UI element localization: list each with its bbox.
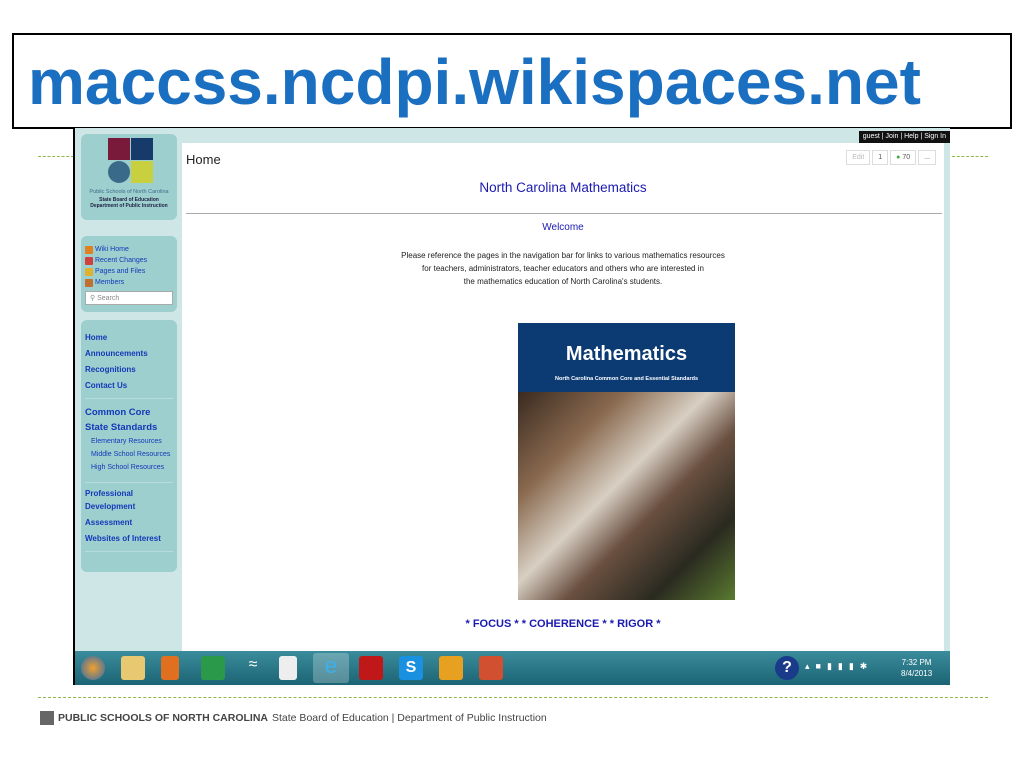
user-bar[interactable]: guest | Join | Help | Sign In	[858, 131, 950, 143]
wiki-tools: Wiki Home Recent Changes Pages and Files…	[81, 236, 177, 312]
more-button[interactable]: ...	[918, 150, 936, 165]
divider	[38, 156, 74, 157]
stocks-app-icon[interactable]	[201, 656, 225, 680]
nav-websites[interactable]: Websites of Interest	[85, 531, 173, 547]
start-button[interactable]	[81, 656, 105, 680]
nav-elementary[interactable]: Elementary Resources	[85, 435, 173, 448]
internet-explorer-icon[interactable]: e	[313, 653, 349, 683]
slide-footer: PUBLIC SCHOOLS OF NORTH CAROLINA State B…	[40, 711, 547, 725]
page-content: Home Edit 1 ● 70 ... North Carolina Math…	[182, 143, 944, 651]
nav-announcements[interactable]: Announcements	[85, 346, 173, 362]
slide-title: maccss.ncdpi.wikispaces.net	[28, 46, 921, 118]
tool-pages-files[interactable]: Pages and Files	[85, 266, 173, 277]
nav-ccss[interactable]: Common Core State Standards	[85, 405, 173, 435]
home-icon	[85, 245, 93, 254]
slide-title-box: maccss.ncdpi.wikispaces.net	[12, 33, 1012, 129]
windows-taskbar: ≈ e S ? ▴■▮▮▮✱ 7:32 PM 8/4/2013	[75, 651, 950, 685]
browser-screenshot: guest | Join | Help | Sign In Public Sch…	[73, 128, 950, 685]
clock[interactable]: 7:32 PM 8/4/2013	[901, 657, 932, 679]
tool-recent-changes[interactable]: Recent Changes	[85, 255, 173, 266]
media-player-icon[interactable]	[161, 656, 179, 680]
classroom-photo	[518, 392, 735, 600]
page-title: Home	[186, 152, 221, 167]
help-icon[interactable]: ?	[775, 656, 799, 680]
navigation-sidebar: Home Announcements Recognitions Contact …	[81, 320, 177, 572]
members-icon	[85, 278, 93, 287]
nav-high[interactable]: High School Resources	[85, 461, 173, 474]
comment-icon: ●	[896, 154, 901, 161]
logo-box: Public Schools of North Carolina State B…	[81, 134, 177, 220]
notepad-icon[interactable]	[279, 656, 297, 680]
divider	[38, 697, 988, 698]
tool-members[interactable]: Members	[85, 277, 173, 288]
adobe-reader-icon[interactable]	[359, 656, 383, 680]
page-heading: North Carolina Mathematics	[479, 180, 647, 195]
system-tray-icons[interactable]: ▴■▮▮▮✱	[805, 661, 873, 672]
search-input[interactable]: ⚲ Search	[85, 291, 173, 305]
nav-assessment[interactable]: Assessment	[85, 515, 173, 531]
files-icon	[85, 267, 93, 276]
tagline: * FOCUS * * COHERENCE * * RIGOR *	[465, 618, 661, 630]
logo-icon	[108, 138, 130, 160]
page-actions: Edit 1 ● 70 ...	[846, 150, 936, 165]
mathematics-cover-image: Mathematics North Carolina Common Core a…	[518, 323, 735, 600]
tool-wiki-home[interactable]: Wiki Home	[85, 244, 173, 255]
nav-middle[interactable]: Middle School Resources	[85, 448, 173, 461]
powerpoint-icon[interactable]	[479, 656, 503, 680]
skype-icon[interactable]: S	[399, 656, 423, 680]
ncdpi-logo-icon	[40, 711, 54, 725]
welcome-heading: Welcome	[542, 222, 584, 233]
nav-home[interactable]: Home	[85, 330, 173, 346]
nav-professional-development[interactable]: Professional Development	[85, 487, 173, 513]
nav-recognitions[interactable]: Recognitions	[85, 362, 173, 378]
file-explorer-icon[interactable]	[121, 656, 145, 680]
watch-button[interactable]: 1	[872, 150, 889, 165]
edit-button[interactable]: Edit	[846, 150, 871, 165]
intro-text: Please reference the pages in the naviga…	[401, 251, 725, 286]
outlook-icon[interactable]	[439, 656, 463, 680]
comments-button[interactable]: ● 70	[890, 150, 917, 165]
nav-contact[interactable]: Contact Us	[85, 378, 173, 394]
divider	[952, 156, 988, 157]
calendar-icon	[85, 256, 93, 265]
wifi-icon[interactable]: ≈	[241, 656, 265, 680]
